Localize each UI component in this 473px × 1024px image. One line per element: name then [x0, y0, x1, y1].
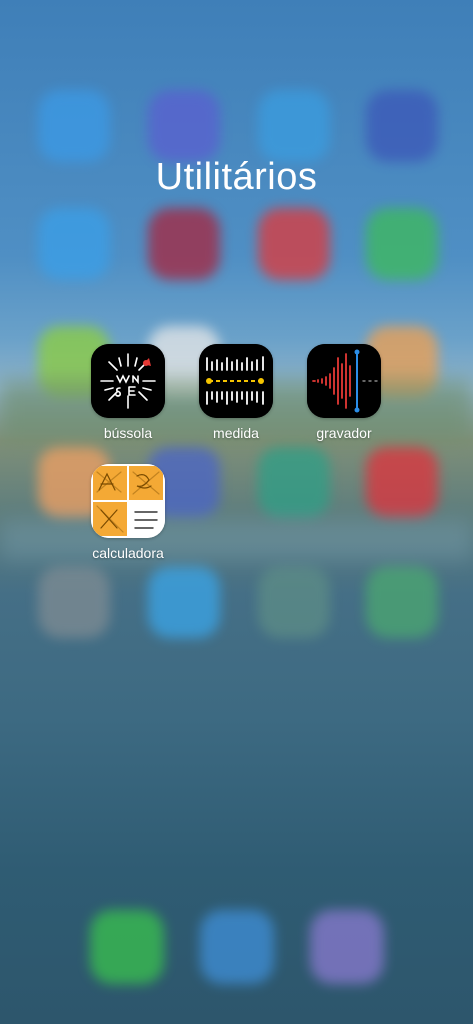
app-label: medida: [213, 425, 259, 441]
app-label: calculadora: [92, 545, 164, 561]
ruler-icon: [199, 344, 273, 418]
app-measure[interactable]: medida: [186, 344, 286, 441]
app-calculator[interactable]: calculadora: [78, 464, 178, 561]
compass-icon: [91, 344, 165, 418]
app-label: bússola: [103, 425, 153, 441]
voice-recorder-icon: [307, 344, 381, 418]
folder-title: Utilitários: [155, 156, 318, 198]
app-label: gravador: [316, 425, 372, 441]
app-compass[interactable]: bússola: [78, 344, 178, 441]
blurred-home-screen: [0, 0, 473, 1024]
app-voice-recorder[interactable]: gravador: [294, 344, 394, 441]
calculator-icon: [91, 464, 165, 538]
